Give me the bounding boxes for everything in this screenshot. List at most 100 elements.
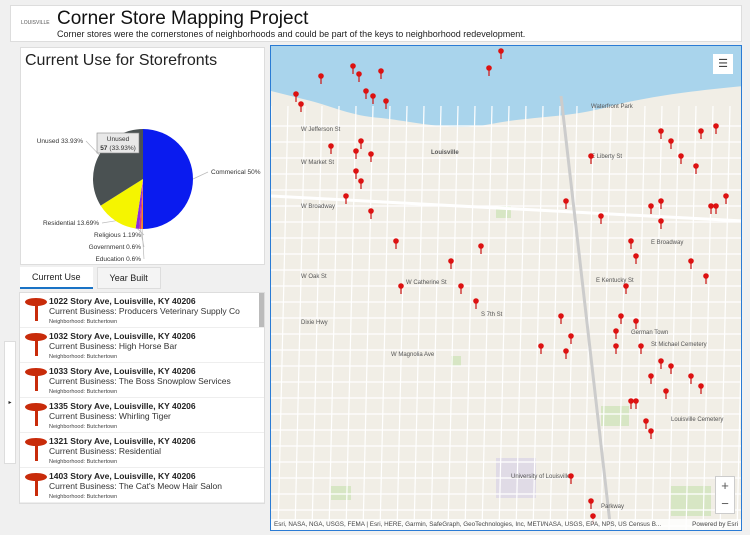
list-item[interactable]: 1403 Story Ave, Louisville, KY 40206 Cur… xyxy=(20,468,264,502)
item-address: 1321 Story Ave, Louisville, KY 40206 xyxy=(49,436,196,446)
store-marker[interactable] xyxy=(713,203,719,214)
store-marker[interactable] xyxy=(698,383,704,394)
legend-icon[interactable]: ☰ xyxy=(713,54,733,74)
item-address: 1022 Story Ave, Louisville, KY 40206 xyxy=(49,296,196,306)
map-label: Parkway xyxy=(601,504,624,510)
store-marker[interactable] xyxy=(643,418,649,429)
tooltip-value: 57 (33.93%) xyxy=(100,145,136,152)
store-marker[interactable] xyxy=(648,428,654,439)
collapse-panel-button[interactable]: ▸ xyxy=(4,341,16,464)
tab-year-built[interactable]: Year Built xyxy=(96,267,161,289)
pin-icon xyxy=(25,298,47,322)
store-marker[interactable] xyxy=(298,101,304,112)
store-marker[interactable] xyxy=(708,203,714,214)
store-marker[interactable] xyxy=(663,388,669,399)
store-marker[interactable] xyxy=(633,318,639,329)
store-marker[interactable] xyxy=(448,258,454,269)
map-label: German Town xyxy=(631,330,668,336)
store-marker[interactable] xyxy=(368,208,374,219)
store-marker[interactable] xyxy=(703,273,709,284)
map-label: W Broadway xyxy=(301,204,335,210)
store-marker[interactable] xyxy=(563,348,569,359)
map-view[interactable]: Louisville Waterfront Park W Jefferson St W… xyxy=(270,45,742,531)
store-marker[interactable] xyxy=(688,258,694,269)
map-label: W Catherine St xyxy=(406,280,447,286)
store-marker[interactable] xyxy=(713,123,719,134)
item-business: Current Business: Producers Veterinary S… xyxy=(49,306,240,316)
item-neighborhood: Neighborhood: Butchertown xyxy=(49,319,118,325)
chart-tooltip: Unused 57 (33.93%) xyxy=(96,132,140,154)
slice-label: Commerical 50% xyxy=(211,169,261,176)
list-item[interactable]: 1033 Story Ave, Louisville, KY 40206 Cur… xyxy=(20,363,264,397)
store-marker[interactable] xyxy=(353,148,359,159)
leader-line xyxy=(101,220,116,224)
pie-slice-commerical[interactable] xyxy=(143,129,193,229)
item-neighborhood: Neighborhood: Butchertown xyxy=(49,389,118,395)
leader-line xyxy=(192,171,209,180)
slice-label: Government 0.6% xyxy=(89,244,142,251)
store-marker[interactable] xyxy=(628,398,634,409)
store-marker[interactable] xyxy=(478,243,484,254)
store-marker[interactable] xyxy=(668,138,674,149)
store-marker[interactable] xyxy=(538,343,544,354)
map-label: University of Louisville xyxy=(511,474,571,480)
store-marker[interactable] xyxy=(568,333,574,344)
store-marker[interactable] xyxy=(698,128,704,139)
store-marker[interactable] xyxy=(563,198,569,209)
park-area xyxy=(331,486,351,500)
map-label: W Oak St xyxy=(301,274,327,280)
powered-by[interactable]: Powered by Esri xyxy=(692,521,738,528)
store-marker[interactable] xyxy=(358,138,364,149)
list-item[interactable]: 1321 Story Ave, Louisville, KY 40206 Cur… xyxy=(20,433,264,467)
attribution: Esri, NASA, NGA, USGS, FEMA | Esri, HERE… xyxy=(271,519,741,530)
store-marker[interactable] xyxy=(358,178,364,189)
zoom-out-button[interactable]: − xyxy=(716,495,734,513)
map-label: Dixie Hwy xyxy=(301,320,328,326)
store-marker[interactable] xyxy=(328,143,334,154)
list-item[interactable]: 1335 Story Ave, Louisville, KY 40206 Cur… xyxy=(20,398,264,432)
basemap[interactable]: Louisville Waterfront Park W Jefferson St W… xyxy=(271,46,742,531)
list-item[interactable]: 1032 Story Ave, Louisville, KY 40206 Cur… xyxy=(20,328,264,362)
city-logo: LOUISVILLE xyxy=(21,20,50,26)
store-marker[interactable] xyxy=(678,153,684,164)
store-marker[interactable] xyxy=(648,203,654,214)
pin-icon xyxy=(25,333,47,357)
page-subtitle: Corner stores were the cornerstones of n… xyxy=(57,29,526,39)
pin-icon xyxy=(25,368,47,392)
item-neighborhood: Neighborhood: Butchertown xyxy=(49,354,118,360)
slice-label: Education 0.6% xyxy=(95,256,141,263)
item-business: Current Business: Whirling Tiger xyxy=(49,411,171,421)
item-address: 1335 Story Ave, Louisville, KY 40206 xyxy=(49,401,196,411)
pin-icon xyxy=(25,473,47,497)
item-address: 1032 Story Ave, Louisville, KY 40206 xyxy=(49,331,196,341)
list-scrollbar[interactable] xyxy=(259,293,264,327)
zoom-in-button[interactable]: + xyxy=(716,477,734,495)
map-label: Louisville xyxy=(431,150,459,156)
pie-chart: Commerical 50% Education 0.6% Government 0… xyxy=(37,129,261,263)
item-business: Current Business: Residential xyxy=(49,446,161,456)
map-label: E Kentucky St xyxy=(596,278,634,284)
store-marker[interactable] xyxy=(473,298,479,309)
store-marker[interactable] xyxy=(658,358,664,369)
tab-bar: Current Use Year Built xyxy=(20,267,161,289)
slice-label: Residential 13.69% xyxy=(43,220,99,227)
store-marker[interactable] xyxy=(658,128,664,139)
store-marker[interactable] xyxy=(458,283,464,294)
item-business: Current Business: High Horse Bar xyxy=(49,341,178,351)
park-area xyxy=(601,406,629,426)
attribution-text: Esri, NASA, NGA, USGS, FEMA | Esri, HERE… xyxy=(274,521,662,528)
slice-label: Unused 33.93% xyxy=(37,138,83,145)
store-marker[interactable] xyxy=(393,238,399,249)
store-marker[interactable] xyxy=(613,343,619,354)
map-label: E Broadway xyxy=(651,240,683,246)
store-marker[interactable] xyxy=(368,151,374,162)
item-business: Current Business: The Boss Snowplow Serv… xyxy=(49,376,231,386)
tab-current-use[interactable]: Current Use xyxy=(20,267,93,289)
store-marker[interactable] xyxy=(588,498,594,509)
store-marker[interactable] xyxy=(628,238,634,249)
map-label: W Magnolia Ave xyxy=(391,352,435,358)
pin-icon xyxy=(25,403,47,427)
store-marker[interactable] xyxy=(633,253,639,264)
store-list[interactable]: 1022 Story Ave, Louisville, KY 40206 Cur… xyxy=(19,292,265,504)
list-item[interactable]: 1022 Story Ave, Louisville, KY 40206 Cur… xyxy=(20,293,264,327)
